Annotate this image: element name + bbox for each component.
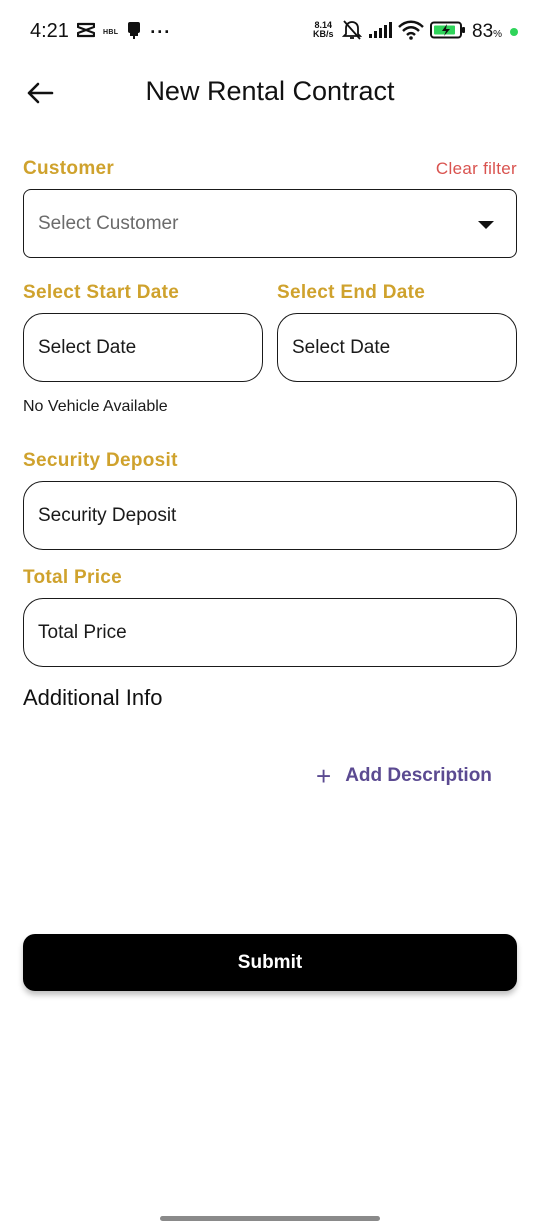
total-price-label: Total Price <box>23 567 123 588</box>
security-deposit-input[interactable]: Security Deposit <box>23 481 517 550</box>
battery-percent: 83% <box>472 21 503 42</box>
status-bar: 4:21 HBL ··· 8.14 KB/s 83% <box>0 0 540 64</box>
hbl-badge: HBL <box>103 28 119 36</box>
status-time: 4:21 <box>30 20 69 42</box>
customer-select[interactable]: Select Customer <box>23 189 517 258</box>
end-date-placeholder: Select Date <box>292 336 391 358</box>
customer-select-placeholder: Select Customer <box>38 212 179 234</box>
add-description-button[interactable]: + Add Description <box>316 761 492 791</box>
status-right-icons: 83% <box>341 19 519 46</box>
vehicle-availability-note: No Vehicle Available <box>23 398 168 415</box>
plus-icon: + <box>316 761 332 791</box>
speed-unit: KB/s <box>313 29 334 39</box>
start-date-placeholder: Select Date <box>38 336 137 358</box>
dropdown-caret-icon <box>478 220 494 229</box>
submit-button[interactable]: Submit <box>23 934 517 991</box>
total-price-placeholder: Total Price <box>38 621 127 643</box>
signal-bars-icon <box>368 21 392 43</box>
page-title: New Rental Contract <box>145 76 395 106</box>
status-left-icons: HBL ··· <box>76 21 172 44</box>
rental-contract-screen: 4:21 HBL ··· 8.14 KB/s 83% New Rental Co… <box>0 0 540 1230</box>
security-deposit-placeholder: Security Deposit <box>38 504 177 526</box>
battery-charging-icon <box>430 21 466 44</box>
more-notifications-icon: ··· <box>150 22 172 42</box>
start-date-field[interactable]: Select Date <box>23 313 263 382</box>
security-deposit-label: Security Deposit <box>23 450 178 471</box>
end-date-field[interactable]: Select Date <box>277 313 517 382</box>
clear-filter-link[interactable]: Clear filter <box>436 159 517 179</box>
add-description-label: Add Description <box>345 765 492 786</box>
home-indicator[interactable] <box>160 1216 380 1221</box>
end-date-label: Select End Date <box>277 282 426 303</box>
customer-label: Customer <box>23 158 115 179</box>
total-price-input[interactable]: Total Price <box>23 598 517 667</box>
bus-icon <box>126 21 142 44</box>
additional-info-title: Additional Info <box>23 685 163 710</box>
wifi-icon <box>398 20 424 45</box>
start-date-label: Select Start Date <box>23 282 180 303</box>
privacy-dot-icon <box>510 28 519 36</box>
network-speed: 8.14 KB/s <box>313 21 334 39</box>
capcut-icon <box>76 22 96 43</box>
bell-off-icon <box>341 19 363 46</box>
